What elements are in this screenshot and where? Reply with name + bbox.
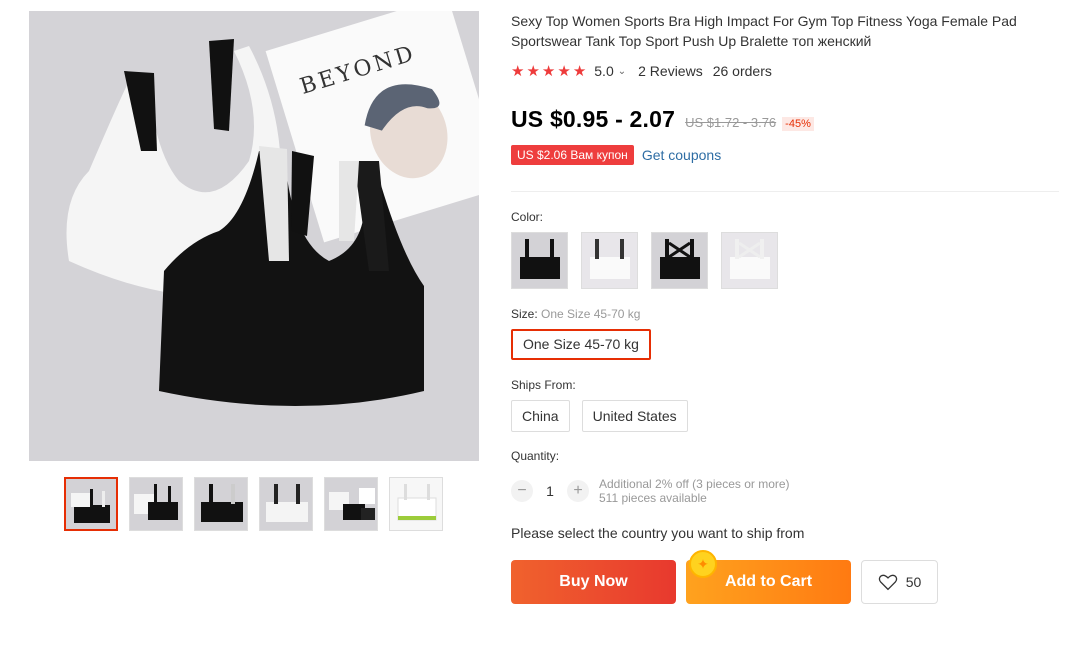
price-row: US $0.95 - 2.07 US $1.72 - 3.76 -45% — [511, 106, 1059, 134]
current-price: US $0.95 - 2.07 — [511, 106, 676, 132]
original-price: US $1.72 - 3.76 — [685, 115, 777, 130]
size-label: Size: One Size 45-70 kg — [511, 307, 640, 321]
ships-from-label: Ships From: — [511, 378, 576, 392]
star-icon: ★ — [526, 62, 540, 80]
thumbnail-3[interactable] — [194, 477, 248, 531]
divider — [511, 191, 1059, 192]
thumbnail-strip — [64, 477, 443, 531]
buy-now-button[interactable]: Buy Now — [511, 560, 676, 604]
product-title: Sexy Top Women Sports Bra High Impact Fo… — [511, 13, 1017, 49]
get-coupons-link[interactable]: Get coupons — [642, 147, 721, 163]
quantity-label: Quantity: — [511, 449, 560, 463]
star-icon: ★ — [511, 62, 525, 80]
wishlist-count: 50 — [905, 574, 922, 590]
color-swatch-black-2[interactable] — [651, 232, 708, 289]
size-selected-text: One Size 45-70 kg — [541, 307, 641, 321]
product-info-panel: Sexy Top Women Sports Bra High Impact Fo… — [511, 11, 1059, 604]
star-icon: ★ — [541, 62, 556, 80]
stock-available-text: 511 pieces available — [599, 491, 707, 505]
wishlist-button[interactable]: 50 — [861, 560, 938, 604]
chevron-down-icon[interactable]: ⌄ — [618, 66, 626, 77]
color-options — [511, 232, 778, 289]
orders-count: 26 orders — [712, 63, 772, 79]
coupon-badge[interactable]: US $2.06 Вам купон — [511, 145, 634, 165]
rating-stars: ★ ★ ★ ★ ★ — [511, 64, 586, 79]
thumbnail-2[interactable] — [129, 477, 183, 531]
reviews-link[interactable]: 2 Reviews — [638, 63, 703, 79]
ships-from-options: China United States — [511, 400, 688, 432]
quantity-plus-button[interactable]: + — [567, 480, 589, 502]
size-label-text: Size: — [511, 307, 538, 321]
quantity-stepper: − 1 + Additional 2% off (3 pieces or mor… — [511, 477, 790, 505]
thumbnail-1[interactable] — [64, 477, 118, 531]
rating-value[interactable]: 5.0 — [594, 63, 613, 79]
product-photo: BEYOND — [29, 11, 479, 461]
ship-country-note: Please select the country you want to sh… — [511, 525, 805, 541]
size-option-button[interactable]: One Size 45-70 kg — [511, 329, 651, 360]
main-product-image[interactable]: BEYOND — [29, 11, 479, 461]
quantity-input[interactable]: 1 — [533, 483, 567, 499]
discount-badge: -45% — [782, 117, 814, 131]
color-label: Color: — [511, 210, 544, 224]
thumbnail-6[interactable] — [389, 477, 443, 531]
color-swatch-black[interactable] — [511, 232, 568, 289]
color-swatch-white-2[interactable] — [721, 232, 778, 289]
ships-from-china[interactable]: China — [511, 400, 570, 432]
coupon-row: US $2.06 Вам купон Get coupons — [511, 144, 1059, 166]
color-swatch-white[interactable] — [581, 232, 638, 289]
coin-icon: ✦ — [689, 550, 717, 578]
heart-icon — [878, 574, 897, 591]
thumbnail-5[interactable] — [324, 477, 378, 531]
rating-row: ★ ★ ★ ★ ★ 5.0 ⌄ 2 Reviews 26 orders — [511, 61, 1059, 81]
thumbnail-4[interactable] — [259, 477, 313, 531]
quantity-minus-button[interactable]: − — [511, 480, 533, 502]
quantity-info: Additional 2% off (3 pieces or more) 511… — [599, 477, 790, 505]
bulk-discount-text: Additional 2% off (3 pieces or more) — [599, 477, 790, 491]
star-icon: ★ — [572, 62, 587, 80]
star-icon: ★ — [557, 62, 571, 80]
ships-from-united-states[interactable]: United States — [581, 400, 688, 432]
